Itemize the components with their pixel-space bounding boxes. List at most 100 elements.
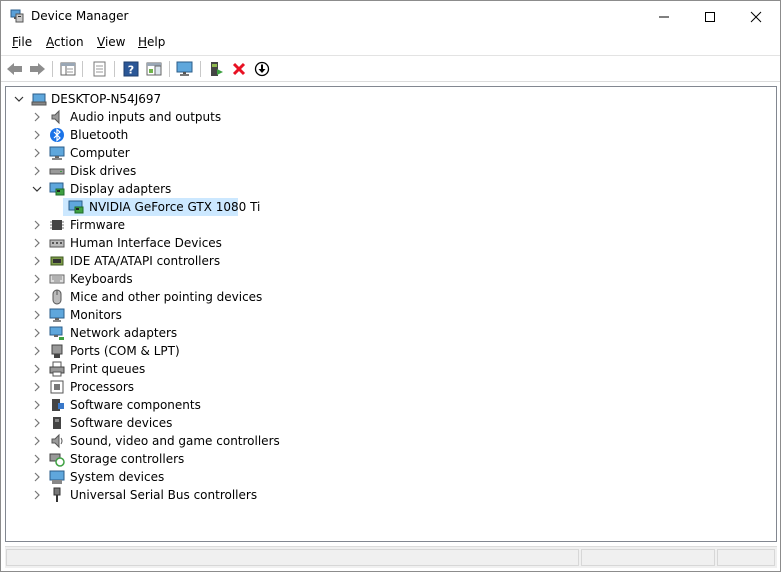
chevron-right-icon xyxy=(34,310,40,320)
tree-expander[interactable] xyxy=(32,292,42,302)
tree-category-label[interactable]: Ports (COM & LPT) xyxy=(70,342,180,360)
tree-expander[interactable] xyxy=(32,310,42,320)
chevron-right-icon xyxy=(34,148,40,158)
chevron-right-icon xyxy=(34,436,40,446)
hid-icon xyxy=(49,239,65,248)
menu-help[interactable]: Help xyxy=(138,35,165,49)
tree-expander[interactable] xyxy=(32,274,42,284)
action-pane-button[interactable] xyxy=(144,59,164,79)
tree-expander[interactable] xyxy=(32,148,42,158)
chevron-right-icon xyxy=(34,256,40,266)
tree-category-label[interactable]: Print queues xyxy=(70,360,145,378)
computer-root-icon xyxy=(31,93,47,106)
tree-category-label[interactable]: Network adapters xyxy=(70,324,177,342)
root-collapse-chevron[interactable] xyxy=(14,94,24,104)
tree-expander[interactable] xyxy=(32,382,42,392)
processor-icon xyxy=(50,380,64,394)
forward-button[interactable] xyxy=(27,59,47,79)
chevron-right-icon xyxy=(34,274,40,284)
chevron-right-icon xyxy=(34,220,40,230)
menu-help-accel: H xyxy=(138,35,148,49)
tree-expander[interactable] xyxy=(32,220,42,230)
uninstall-device-button[interactable] xyxy=(229,59,249,79)
tree-category-label[interactable]: System devices xyxy=(70,468,164,486)
status-cell-3 xyxy=(717,549,775,566)
help-button[interactable]: ? xyxy=(121,59,141,79)
download-icon xyxy=(254,61,270,77)
tree-expander[interactable] xyxy=(32,130,42,140)
menu-action-accel: A xyxy=(46,35,54,49)
ide-controller-icon xyxy=(50,256,64,266)
maximize-button[interactable] xyxy=(687,1,733,32)
tree-category-label[interactable]: Audio inputs and outputs xyxy=(70,108,221,126)
chevron-right-icon xyxy=(34,382,40,392)
tree-category-label[interactable]: Keyboards xyxy=(70,270,133,288)
tree-category-label[interactable]: Mice and other pointing devices xyxy=(70,288,262,306)
tree-category-label[interactable]: Firmware xyxy=(70,216,125,234)
port-icon xyxy=(51,344,63,358)
tree-category-label[interactable]: Computer xyxy=(70,144,130,162)
tree-category-label[interactable]: Storage controllers xyxy=(70,450,184,468)
chevron-right-icon xyxy=(34,112,40,122)
disk-drive-icon xyxy=(49,168,65,175)
back-button[interactable] xyxy=(5,59,25,79)
menu-view[interactable]: View xyxy=(97,35,125,49)
help-icon: ? xyxy=(123,61,139,77)
tree-expander[interactable] xyxy=(32,238,42,248)
tree-category-label[interactable]: Disk drives xyxy=(70,162,136,180)
toolbar-separator xyxy=(52,61,53,77)
tree-root-label[interactable]: DESKTOP-N54J697 xyxy=(51,90,161,108)
device-tree[interactable]: DESKTOP-N54J697 Audio inputs and outputs… xyxy=(5,86,777,542)
tree-category-label[interactable]: Sound, video and game controllers xyxy=(70,432,280,450)
menu-view-rest: iew xyxy=(104,35,126,49)
chevron-right-icon xyxy=(34,454,40,464)
menu-file[interactable]: File xyxy=(12,35,32,49)
chevron-right-icon xyxy=(34,238,40,248)
chevron-right-icon xyxy=(34,472,40,482)
chevron-right-icon xyxy=(34,346,40,356)
tree-category-label[interactable]: Monitors xyxy=(70,306,122,324)
toolbar-separator xyxy=(169,61,170,77)
show-hide-console-tree-button[interactable] xyxy=(58,59,78,79)
back-arrow-icon xyxy=(7,63,22,75)
menu-action[interactable]: Action xyxy=(46,35,84,49)
tree-expander[interactable] xyxy=(32,364,42,374)
update-driver-button[interactable] xyxy=(206,59,226,79)
tree-category-label[interactable]: Display adapters xyxy=(70,180,171,198)
software-device-icon xyxy=(53,417,61,429)
tree-category-label[interactable]: Software components xyxy=(70,396,201,414)
enable-device-button[interactable] xyxy=(252,59,272,79)
device-manager-window: Device Manager File Action View Help ? D… xyxy=(0,0,781,572)
tree-expander[interactable] xyxy=(32,166,42,176)
tree-category-label[interactable]: Bluetooth xyxy=(70,126,128,144)
tree-expander[interactable] xyxy=(32,490,42,500)
tree-category-label[interactable]: IDE ATA/ATAPI controllers xyxy=(70,252,220,270)
sound-icon xyxy=(51,433,63,449)
scan-hardware-button[interactable] xyxy=(175,59,195,79)
tree-category-label[interactable]: Human Interface Devices xyxy=(70,234,222,252)
close-button[interactable] xyxy=(733,1,779,32)
maximize-icon xyxy=(705,11,715,22)
tree-expander[interactable] xyxy=(32,112,42,122)
tree-expander[interactable] xyxy=(32,400,42,410)
display-adapter-icon xyxy=(68,200,84,214)
minimize-button[interactable] xyxy=(641,1,687,32)
tree-expander[interactable] xyxy=(32,454,42,464)
tree-device-label[interactable]: NVIDIA GeForce GTX 1080 Ti xyxy=(89,198,260,216)
tree-expander[interactable] xyxy=(32,184,42,194)
tree-expander[interactable] xyxy=(32,472,42,482)
tree-category-label[interactable]: Processors xyxy=(70,378,134,396)
tree-expander[interactable] xyxy=(32,436,42,446)
properties-button[interactable] xyxy=(89,59,109,79)
tree-expander[interactable] xyxy=(32,346,42,356)
menu-view-accel: V xyxy=(97,35,105,49)
usb-icon xyxy=(53,487,61,502)
tree-expander[interactable] xyxy=(32,418,42,428)
tree-category-label[interactable]: Software devices xyxy=(70,414,172,432)
tree-expander[interactable] xyxy=(32,256,42,266)
tree-category-label[interactable]: Universal Serial Bus controllers xyxy=(70,486,257,504)
tree-expander[interactable] xyxy=(32,328,42,338)
monitor-scan-icon xyxy=(176,61,193,76)
menu-bar: File Action View Help xyxy=(1,32,780,54)
title-bar[interactable]: Device Manager xyxy=(1,1,780,32)
